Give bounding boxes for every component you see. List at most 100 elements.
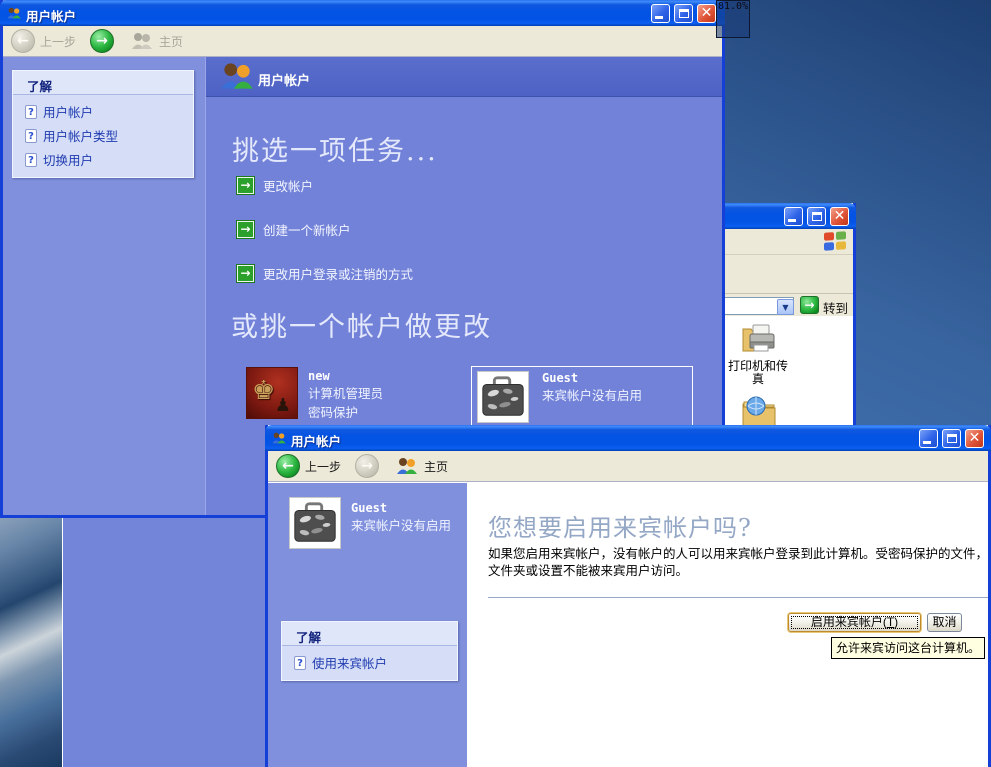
explorer-toolbar	[721, 255, 853, 294]
page-header-title: 用户帐户	[258, 74, 311, 89]
back-button-label[interactable]: 上一步	[305, 458, 341, 475]
desktop: ✕ ▼ → 转到 打印机和传 真 用户帐户 ✕ ← 上一步 → 主页 了解 ? …	[0, 0, 991, 767]
page-header: 用户帐户	[206, 57, 722, 97]
account-tile-new[interactable]: ♚ ♟ new 计算机管理员 密码保护	[246, 367, 456, 425]
printers-and-faxes-icon[interactable]	[741, 321, 777, 355]
sidebar-item-using-guest-account[interactable]: ? 使用来宾帐户	[282, 650, 457, 674]
home-icon[interactable]	[130, 32, 154, 50]
maximize-icon	[947, 434, 957, 443]
windows-flag-icon	[824, 231, 846, 251]
window-title: 用户帐户	[291, 434, 342, 449]
task-arrow-icon: →	[236, 264, 255, 283]
learn-about-box: 了解 ? 用户帐户 ? 用户帐户类型 ? 切换用户	[12, 70, 194, 178]
task-change-account[interactable]: → 更改帐户	[236, 176, 313, 195]
main-content: 您想要启用来宾帐户吗? 如果您启用来宾帐户，没有帐户的人可以用来宾帐户登录到此计…	[467, 483, 988, 767]
navigation-toolbar: ← 上一步 → 主页	[268, 451, 988, 482]
minimize-icon	[655, 16, 663, 19]
close-button[interactable]: ✕	[965, 429, 984, 448]
maximize-button[interactable]	[942, 429, 961, 448]
help-icon: ?	[25, 104, 37, 119]
guest-picture-suitcase	[289, 497, 341, 549]
address-input[interactable]: ▼	[721, 297, 794, 315]
back-button[interactable]: ←	[276, 454, 300, 478]
guest-account-status: 来宾帐户没有启用	[351, 518, 452, 533]
explorer-titlebar[interactable]: ✕	[718, 203, 856, 229]
explorer-window: ✕ ▼ → 转到 打印机和传 真	[718, 203, 856, 443]
help-icon: ?	[294, 655, 306, 670]
guest-account-name: Guest	[351, 501, 388, 515]
task-create-account[interactable]: → 创建一个新帐户	[236, 220, 351, 239]
sidebar: 了解 ? 用户帐户 ? 用户帐户类型 ? 切换用户	[3, 57, 205, 515]
go-button-label[interactable]: 转到	[823, 298, 848, 317]
sidebar: Guest 来宾帐户没有启用 了解 ? 使用来宾帐户	[268, 483, 467, 767]
learn-about-box: 了解 ? 使用来宾帐户	[281, 621, 458, 681]
task-arrow-icon: →	[236, 220, 255, 239]
close-icon: ✕	[700, 5, 713, 21]
account-picture-chess: ♚ ♟	[246, 367, 298, 419]
sidebar-item-switch-users[interactable]: ? 切换用户	[13, 147, 193, 171]
printers-and-faxes-label[interactable]: 打印机和传 真	[721, 360, 795, 386]
navigation-toolbar: ← 上一步 → 主页	[3, 26, 722, 57]
account-status: 来宾帐户没有启用	[542, 388, 643, 403]
close-icon: ✕	[833, 208, 846, 224]
pick-task-heading: 挑选一项任务...	[232, 136, 438, 167]
maximize-button[interactable]	[807, 207, 826, 226]
learn-about-title: 了解	[282, 622, 457, 646]
window-titlebar[interactable]: 用户帐户 ✕	[265, 425, 991, 451]
maximize-icon	[679, 9, 689, 18]
page-title: 您想要启用来宾帐户吗?	[488, 514, 752, 542]
minimize-button[interactable]	[919, 429, 938, 448]
close-icon: ✕	[968, 430, 981, 446]
window-title: 用户帐户	[26, 9, 77, 24]
zoom-indicator-overlay: 81.0%	[716, 0, 750, 38]
window-titlebar[interactable]: 用户帐户 ✕	[0, 0, 725, 26]
user-accounts-header-icon	[221, 63, 253, 89]
help-icon: ?	[25, 128, 37, 143]
divider	[488, 597, 988, 599]
enable-guest-button[interactable]: 启用来宾帐户(T)	[788, 613, 921, 632]
maximize-icon	[812, 212, 822, 221]
chevron-down-icon[interactable]: ▼	[777, 299, 794, 315]
home-button-label[interactable]: 主页	[424, 458, 448, 475]
account-name: new	[308, 369, 330, 383]
minimize-button[interactable]	[784, 207, 803, 226]
guest-account-window: 用户帐户 ✕ ← 上一步 → 主页 Guest 来宾帐户没有启用 了解 ? 使用…	[265, 425, 991, 767]
go-button[interactable]: →	[800, 296, 819, 314]
tooltip: 允许来宾访问这台计算机。	[831, 637, 986, 659]
forward-button[interactable]: →	[355, 454, 380, 478]
home-button-label[interactable]: 主页	[159, 33, 183, 50]
button-row: 启用来宾帐户(T) 取消	[467, 613, 982, 633]
body-text: 如果您启用来宾帐户，没有帐户的人可以用来宾帐户登录到此计算机。受密码保护的文件，…	[488, 546, 989, 578]
account-tile-guest[interactable]: Guest 来宾帐户没有启用	[471, 366, 693, 426]
back-button[interactable]: ←	[11, 29, 35, 53]
learn-about-title: 了解	[13, 71, 193, 95]
sidebar-item-user-accounts[interactable]: ? 用户帐户	[13, 99, 193, 123]
sidebar-item-account-types[interactable]: ? 用户帐户类型	[13, 123, 193, 147]
pick-account-heading: 或挑一个帐户做更改	[231, 312, 492, 343]
account-password-status: 密码保护	[308, 405, 359, 420]
home-icon[interactable]	[395, 457, 419, 475]
user-accounts-icon	[7, 7, 21, 19]
desktop-wallpaper-strip	[0, 518, 62, 767]
minimize-icon	[788, 219, 796, 222]
maximize-button[interactable]	[674, 4, 693, 23]
forward-button[interactable]: →	[90, 29, 115, 53]
help-icon: ?	[25, 152, 37, 167]
account-type: 计算机管理员	[308, 386, 384, 401]
cancel-button[interactable]: 取消	[927, 613, 962, 632]
zoom-percentage: 81.0%	[718, 1, 749, 12]
task-change-logon[interactable]: → 更改用户登录或注销的方式	[236, 264, 413, 283]
task-arrow-icon: →	[236, 176, 255, 195]
minimize-button[interactable]	[651, 4, 670, 23]
account-name: Guest	[542, 371, 579, 385]
background-window-fragment	[62, 518, 265, 767]
user-accounts-icon	[272, 432, 286, 444]
minimize-icon	[923, 441, 931, 444]
close-button[interactable]: ✕	[830, 207, 849, 226]
explorer-content: 打印机和传 真	[721, 316, 853, 440]
explorer-menubar	[721, 229, 853, 255]
account-picture-suitcase	[477, 371, 529, 423]
back-button-label[interactable]: 上一步	[40, 33, 76, 50]
close-button[interactable]: ✕	[697, 4, 716, 23]
explorer-addressbar: ▼ → 转到	[721, 294, 853, 316]
